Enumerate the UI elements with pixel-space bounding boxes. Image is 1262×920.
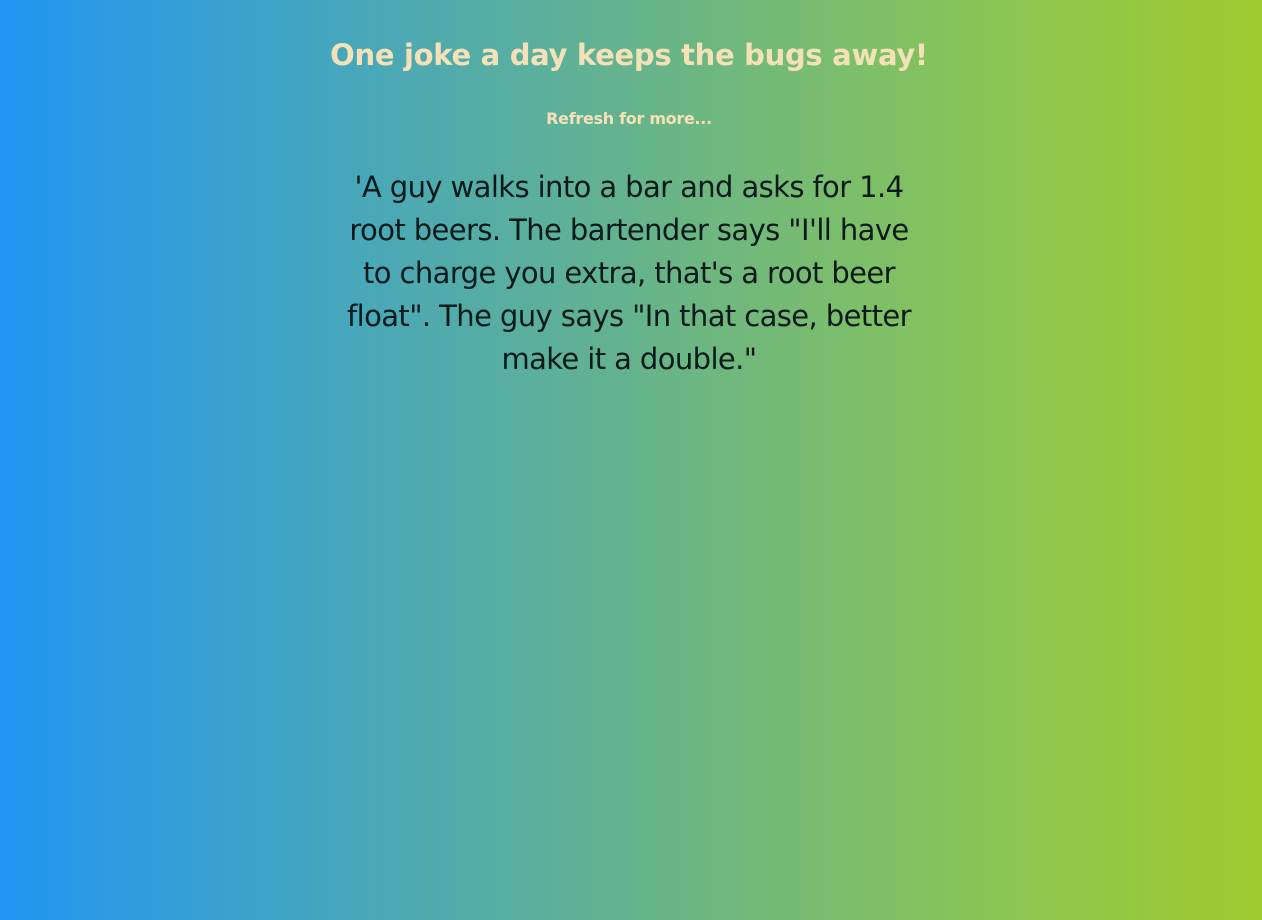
page: One joke a day keeps the bugs away! Refr… xyxy=(0,0,1262,920)
page-title: One joke a day keeps the bugs away! xyxy=(330,38,928,72)
refresh-hint: Refresh for more... xyxy=(546,109,712,128)
joke-text: 'A guy walks into a bar and asks for 1.4… xyxy=(347,170,911,376)
